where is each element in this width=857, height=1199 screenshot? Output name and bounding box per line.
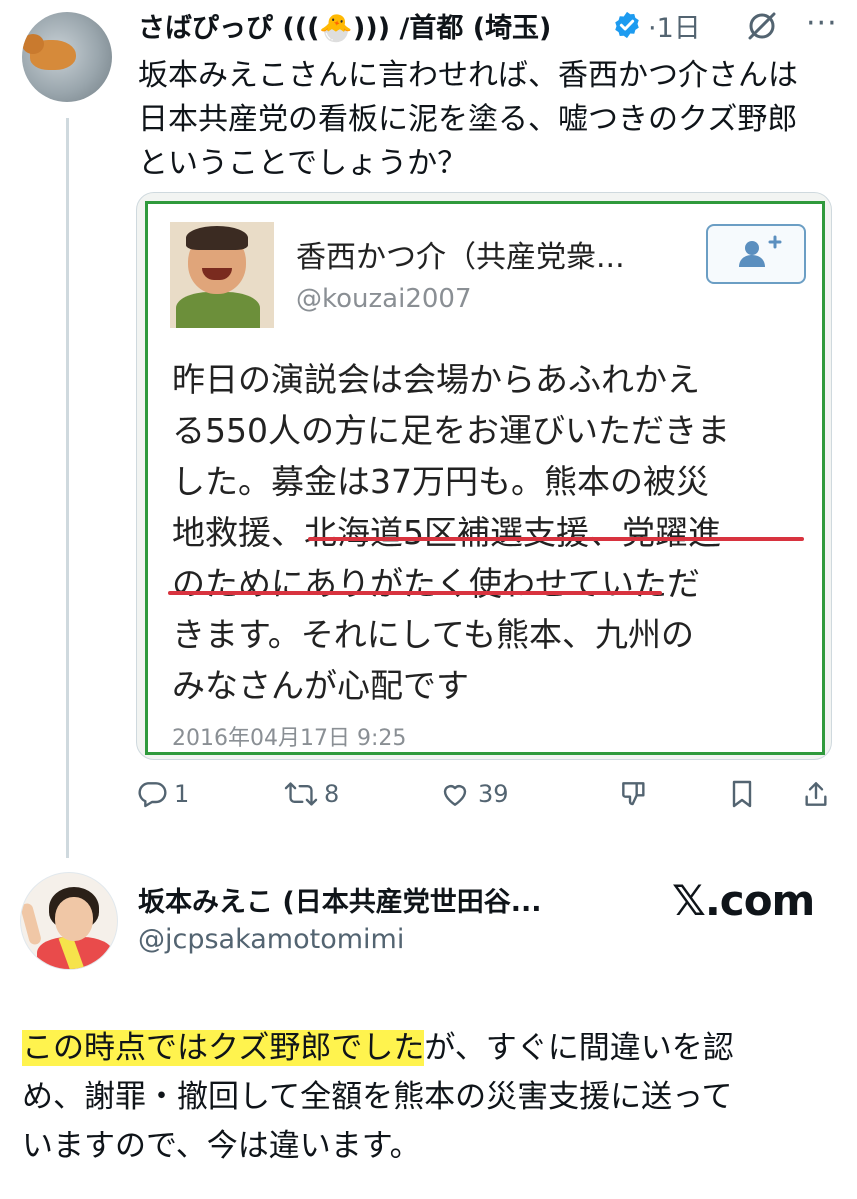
screenshot-frame: 香西かつ介（共産党衆... @kouzai2007 昨日の演説会は会場からあふれ… — [145, 201, 825, 755]
tweet-text: 坂本みえこさんに言わせれば、香西かつ介さんは 日本共産党の看板に泥を塗る、嘘つき… — [138, 54, 838, 186]
embedded-text-line: る550人の方に足をお運びいただきま — [172, 411, 730, 450]
caption-line-rest: が、すぐに間違いを認 — [424, 1030, 734, 1066]
embedded-tweet-text: 昨日の演説会は会場からあふれかえ る550人の方に足をお運びいただきま した。募… — [172, 354, 822, 711]
thread-line — [66, 118, 69, 858]
retweet-button[interactable]: 8 — [284, 778, 339, 818]
share-icon — [805, 782, 827, 806]
red-underline — [308, 537, 804, 541]
sakamoto-avatar[interactable] — [20, 872, 118, 970]
bookmark-icon — [732, 780, 752, 808]
highlighted-phrase: この時点ではクズ野郎でした — [22, 1030, 425, 1066]
author-avatar[interactable] — [22, 12, 112, 102]
embedded-text-line: した。募金は37万円も。熊本の被災 — [172, 462, 709, 501]
time-label[interactable]: 1日 — [657, 13, 701, 44]
attached-image[interactable]: 香西かつ介（共産党衆... @kouzai2007 昨日の演説会は会場からあふれ… — [136, 192, 832, 760]
share-button[interactable] — [800, 778, 832, 818]
embedded-text-line: 地救援、北海道5区補選支援、党躍進 — [172, 513, 721, 552]
avatar-face-shape — [55, 897, 93, 941]
reply-button[interactable]: 1 — [136, 778, 189, 818]
x-com-logo: 𝕏.com — [672, 876, 815, 925]
author-name[interactable]: さばぴっぴ (((🐣))) /首都 (埼玉) — [138, 6, 551, 45]
retweet-count: 8 — [324, 780, 340, 808]
caricature-body — [176, 292, 260, 328]
caricature-avatar — [170, 222, 274, 328]
cat-head-shape — [22, 34, 44, 54]
red-underline — [168, 591, 662, 595]
tweet-timestamp[interactable]: ·1日 — [648, 6, 701, 45]
tweet-text-line: ということでしょうか？ — [138, 146, 468, 181]
retweet-icon — [284, 782, 318, 806]
quoted-handle[interactable]: @jcpsakamotomimi — [138, 924, 404, 955]
embedded-display-name: 香西かつ介（共産党衆... — [296, 240, 625, 275]
quoted-name[interactable]: 坂本みえこ (日本共産党世田谷... — [138, 880, 542, 919]
like-count: 39 — [478, 780, 509, 808]
downvote-button[interactable] — [618, 778, 650, 818]
more-options-icon[interactable]: ··· — [806, 6, 838, 41]
heart-icon — [443, 785, 467, 806]
separator-dot: · — [648, 13, 657, 44]
caricature-hair — [186, 226, 248, 250]
caption-line: いますので、今は違います。 — [22, 1128, 421, 1164]
add-user-icon — [739, 235, 782, 267]
avatar-arm-shape — [21, 902, 43, 946]
embedded-text-line: みなさんが心配です — [172, 666, 469, 705]
thumbs-down-icon — [622, 782, 645, 806]
tweet-text-line: 坂本みえこさんに言わせれば、香西かつ介さんは — [138, 58, 798, 93]
tweet-text-line: 日本共産党の看板に泥を塗る、嘘つきのクズ野郎 — [138, 102, 798, 137]
embedded-text-line: 昨日の演説会は会場からあふれかえ — [172, 360, 700, 399]
embedded-date: 2016年04月17日 9:25 — [172, 726, 407, 751]
bookmark-button[interactable] — [726, 778, 758, 818]
caption-line: め、謝罪・撤回して全額を熊本の災害支援に送って — [22, 1079, 733, 1115]
reply-icon — [138, 782, 167, 808]
reply-count: 1 — [174, 780, 190, 808]
caption-text: この時点ではクズ野郎でしたが、すぐに間違いを認 め、謝罪・撤回して全額を熊本の災… — [22, 1024, 842, 1171]
like-button[interactable]: 39 — [438, 778, 509, 818]
grok-icon[interactable] — [744, 8, 780, 44]
embedded-text-line: きます。それにしても熊本、九州の — [172, 615, 695, 654]
follow-button — [706, 224, 806, 284]
verified-badge-icon — [615, 11, 639, 39]
embedded-text-line: のためにありがたく使わせていただ — [172, 564, 700, 603]
embedded-handle: @kouzai2007 — [296, 284, 472, 314]
caption-line: この時点ではクズ野郎でしたが、すぐに間違いを認 — [22, 1024, 842, 1073]
